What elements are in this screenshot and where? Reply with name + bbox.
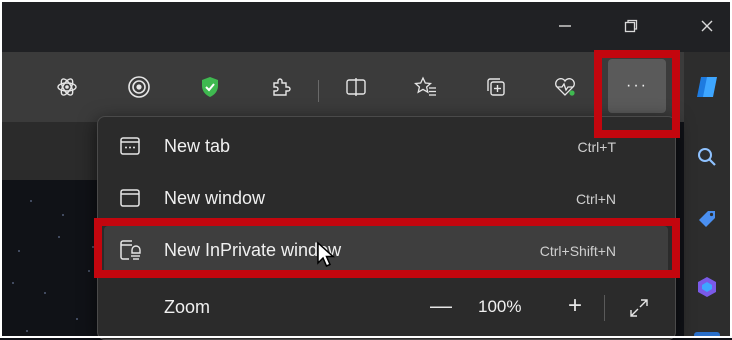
zoom-value: 100% xyxy=(478,297,522,316)
star-dot xyxy=(92,246,94,248)
star-dot xyxy=(88,270,90,272)
tag-icon[interactable] xyxy=(692,204,722,234)
puzzle-extensions-icon[interactable] xyxy=(265,71,297,103)
tab-edge-icon[interactable] xyxy=(0,73,8,105)
new-tab-icon xyxy=(118,134,142,158)
copilot-icon[interactable] xyxy=(692,72,722,102)
more-icon: ··· xyxy=(626,77,648,94)
minus-icon: — xyxy=(430,293,452,318)
menu-item-zoom: Zoom — 100% + xyxy=(104,283,668,333)
menu-item-label: New tab xyxy=(164,136,231,156)
star-dot xyxy=(62,214,64,216)
star-dot xyxy=(26,330,28,332)
inprivate-window-icon xyxy=(118,238,142,262)
fullscreen-icon xyxy=(630,299,648,317)
split-screen-icon[interactable] xyxy=(340,71,372,103)
zoom-separator xyxy=(604,295,605,321)
mouse-cursor-icon xyxy=(317,241,335,267)
close-button[interactable] xyxy=(692,12,722,40)
right-sidebar xyxy=(684,52,732,338)
minimize-icon xyxy=(559,25,571,27)
settings-and-more-button[interactable]: ··· xyxy=(608,59,666,113)
toolbar-separator xyxy=(318,80,319,102)
menu-item-new-window[interactable]: New window Ctrl+N xyxy=(104,174,668,224)
zoom-label: Zoom xyxy=(164,297,211,317)
sidebar-partial-icon xyxy=(694,332,720,338)
close-icon xyxy=(701,20,713,32)
plus-icon: + xyxy=(567,292,582,319)
restore-icon xyxy=(624,19,638,33)
menu-item-new-tab[interactable]: New tab Ctrl+T xyxy=(104,122,668,172)
office-icon[interactable] xyxy=(692,272,722,302)
star-dot xyxy=(12,282,14,284)
restore-button[interactable] xyxy=(616,12,646,40)
target-extension-icon[interactable] xyxy=(123,71,155,103)
minimize-button[interactable] xyxy=(550,12,580,40)
atom-extension-icon[interactable] xyxy=(51,71,83,103)
star-dot xyxy=(18,250,20,252)
menu-item-label: New window xyxy=(164,188,266,208)
menu-item-shortcut: Ctrl+N xyxy=(575,191,616,207)
fullscreen-button[interactable] xyxy=(624,293,654,323)
search-icon[interactable] xyxy=(692,142,722,172)
star-dot xyxy=(76,318,78,320)
page-header-strip xyxy=(0,122,100,180)
settings-menu: New tab Ctrl+T New window Ctrl+N New InP… xyxy=(97,116,676,340)
favorites-icon[interactable] xyxy=(410,71,442,103)
zoom-in-button[interactable]: + xyxy=(560,291,590,321)
menu-item-label: New InPrivate window xyxy=(164,240,342,260)
performance-icon[interactable] xyxy=(549,71,581,103)
shield-check-extension-icon[interactable] xyxy=(194,71,226,103)
menu-item-shortcut: Ctrl+T xyxy=(577,139,617,155)
star-dot xyxy=(58,236,60,238)
title-bar xyxy=(0,0,732,52)
star-dot xyxy=(30,200,32,202)
collections-icon[interactable] xyxy=(480,71,512,103)
menu-item-shortcut: Ctrl+Shift+N xyxy=(539,243,616,259)
star-dot xyxy=(44,292,46,294)
zoom-out-button[interactable]: — xyxy=(426,291,456,321)
new-window-icon xyxy=(118,186,142,210)
menu-item-new-inprivate-window[interactable]: New InPrivate window Ctrl+Shift+N xyxy=(104,226,668,276)
